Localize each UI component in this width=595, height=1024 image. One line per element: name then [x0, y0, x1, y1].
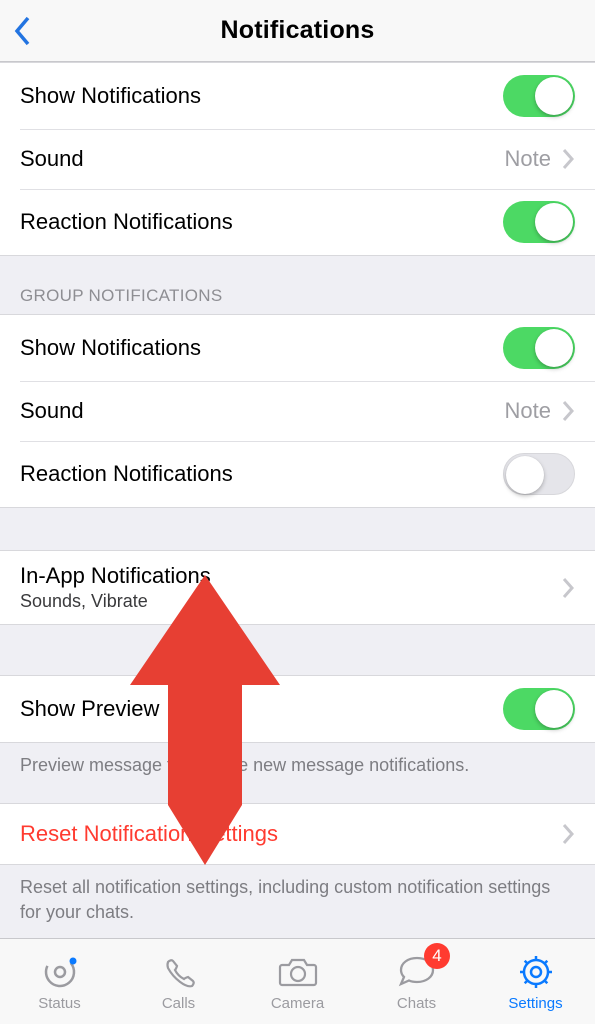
show-preview-row[interactable]: Show Preview	[0, 676, 595, 742]
show-notifications-row[interactable]: Show Notifications	[0, 63, 595, 129]
show-preview-label: Show Preview	[20, 696, 503, 722]
tab-calls[interactable]: Calls	[119, 939, 238, 1024]
show-preview-toggle[interactable]	[503, 688, 575, 730]
reset-notification-settings-label: Reset Notification Settings	[20, 821, 561, 847]
group-show-notifications-label: Show Notifications	[20, 335, 503, 361]
tab-settings[interactable]: Settings	[476, 939, 595, 1024]
group-sound-label: Sound	[20, 398, 505, 424]
message-notifications-group: Show Notifications Sound Note Reaction N…	[0, 62, 595, 256]
navbar: Notifications	[0, 0, 595, 62]
tab-status[interactable]: Status	[0, 939, 119, 1024]
sound-label: Sound	[20, 146, 505, 172]
gear-icon	[516, 951, 556, 993]
content-scroll[interactable]: Show Notifications Sound Note Reaction N…	[0, 62, 595, 938]
reset-footer: Reset all notification settings, includi…	[0, 865, 595, 930]
back-button[interactable]	[10, 11, 36, 51]
tab-chats-label: Chats	[397, 995, 436, 1012]
tab-chats[interactable]: 4 Chats	[357, 939, 476, 1024]
show-notifications-label: Show Notifications	[20, 83, 503, 109]
tab-camera[interactable]: Camera	[238, 939, 357, 1024]
show-notifications-toggle[interactable]	[503, 75, 575, 117]
back-chevron-icon	[13, 15, 33, 47]
status-icon	[41, 951, 79, 993]
chevron-right-icon	[561, 147, 575, 171]
reaction-notifications-toggle[interactable]	[503, 201, 575, 243]
chevron-right-icon	[561, 822, 575, 846]
reset-group: Reset Notification Settings Reset all no…	[0, 803, 595, 930]
tab-settings-label: Settings	[508, 995, 562, 1012]
reset-notification-settings-row[interactable]: Reset Notification Settings	[0, 804, 595, 864]
sound-row[interactable]: Sound Note	[0, 129, 595, 189]
group-show-notifications-row[interactable]: Show Notifications	[0, 315, 595, 381]
chevron-right-icon	[561, 399, 575, 423]
show-preview-group: Show Preview Preview message text inside…	[0, 675, 595, 783]
tab-camera-label: Camera	[271, 995, 324, 1012]
group-reaction-notifications-toggle[interactable]	[503, 453, 575, 495]
tab-bar: Status Calls Camera 4 Chat	[0, 938, 595, 1024]
group-show-notifications-toggle[interactable]	[503, 327, 575, 369]
group-notifications-header: GROUP NOTIFICATIONS	[0, 256, 595, 314]
sound-value: Note	[505, 146, 551, 172]
page-title: Notifications	[0, 16, 595, 45]
reaction-notifications-label: Reaction Notifications	[20, 209, 503, 235]
group-reaction-notifications-label: Reaction Notifications	[20, 461, 503, 487]
tab-status-label: Status	[38, 995, 81, 1012]
in-app-notifications-subtitle: Sounds, Vibrate	[20, 591, 561, 612]
in-app-group: In-App Notifications Sounds, Vibrate	[0, 550, 595, 625]
camera-icon	[277, 951, 319, 993]
phone-icon	[160, 951, 198, 993]
chats-badge: 4	[424, 943, 450, 969]
reaction-notifications-row[interactable]: Reaction Notifications	[0, 189, 595, 255]
group-sound-value: Note	[505, 398, 551, 424]
group-notifications-group: GROUP NOTIFICATIONS Show Notifications S…	[0, 256, 595, 508]
show-preview-footer: Preview message text inside new message …	[0, 743, 595, 783]
tab-calls-label: Calls	[162, 995, 195, 1012]
in-app-notifications-row[interactable]: In-App Notifications Sounds, Vibrate	[0, 551, 595, 624]
in-app-notifications-label: In-App Notifications	[20, 563, 561, 589]
group-reaction-notifications-row[interactable]: Reaction Notifications	[0, 441, 595, 507]
group-sound-row[interactable]: Sound Note	[0, 381, 595, 441]
chevron-right-icon	[561, 576, 575, 600]
